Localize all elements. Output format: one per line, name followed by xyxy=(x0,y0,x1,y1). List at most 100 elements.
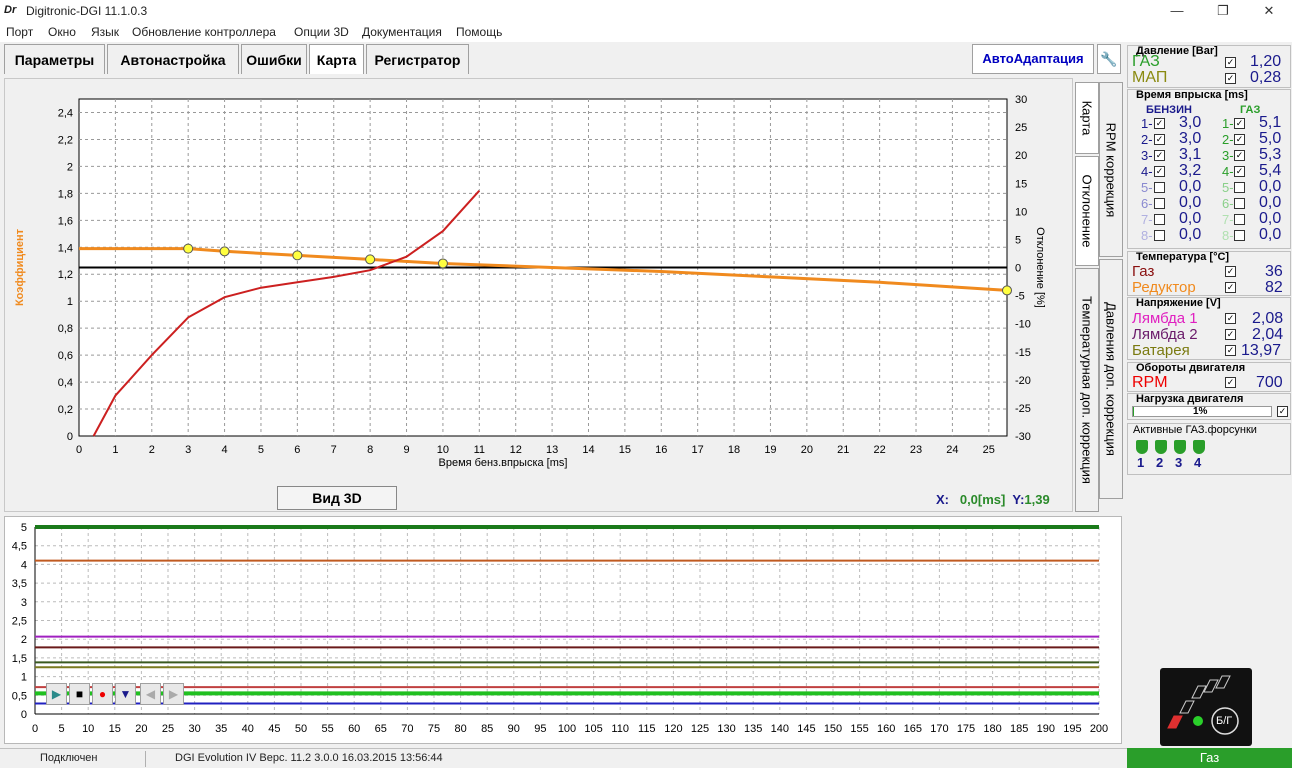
load-checkbox[interactable]: ✓ xyxy=(1277,406,1288,417)
x-tick-label: 125 xyxy=(691,723,709,735)
battery-checkbox[interactable]: ✓ xyxy=(1225,345,1236,356)
x-tick-label: 6 xyxy=(294,444,300,456)
map-point-marker[interactable] xyxy=(219,246,230,257)
stop-button[interactable]: ■ xyxy=(69,683,90,705)
x-tick-label: 10 xyxy=(82,723,94,735)
x-tick-label: 190 xyxy=(1037,723,1055,735)
benzin-injector-checkbox[interactable] xyxy=(1154,198,1165,209)
gas-injector-checkbox[interactable]: ✓ xyxy=(1234,134,1245,145)
y2-tick-label: -20 xyxy=(1015,375,1031,387)
wrench-icon[interactable]: 🔧 xyxy=(1097,44,1121,74)
sidetab-pressure-correction[interactable]: Давления доп. коррекция xyxy=(1099,259,1123,499)
prev-button[interactable]: ◀ xyxy=(140,683,161,705)
minimize-button[interactable]: — xyxy=(1154,0,1200,22)
fuel-switch-indicator[interactable]: Б/Г xyxy=(1160,668,1252,746)
tab-parameters[interactable]: Параметры xyxy=(4,44,105,74)
map-point-marker[interactable] xyxy=(437,258,448,269)
menu-3d-options[interactable]: Опции 3D xyxy=(294,25,349,39)
gas-injector-checkbox[interactable] xyxy=(1234,214,1245,225)
x-tick-label: 11 xyxy=(474,444,485,456)
view-3d-button[interactable]: Вид 3D xyxy=(277,486,397,510)
benzin-injector-checkbox[interactable]: ✓ xyxy=(1154,118,1165,129)
y-axis-label: Коэффициент xyxy=(14,228,26,306)
rpm-checkbox[interactable]: ✓ xyxy=(1225,377,1236,388)
reducer-temp-value: 82 xyxy=(1265,279,1283,296)
tab-autotune[interactable]: Автонастройка xyxy=(107,44,239,74)
menu-port[interactable]: Порт xyxy=(6,25,33,39)
recorder-chart[interactable]: 0 5 10 15 20 25 30 35 40 45 50 55 60 65 70 75 80 85 90 95 10… xyxy=(5,517,1123,745)
gas-temp-checkbox[interactable]: ✓ xyxy=(1225,266,1236,277)
map-point-marker[interactable] xyxy=(292,250,303,261)
gas-pressure-checkbox[interactable]: ✓ xyxy=(1225,57,1236,68)
tab-errors[interactable]: Ошибки xyxy=(241,44,307,74)
lambda2-checkbox[interactable]: ✓ xyxy=(1225,329,1236,340)
tab-map[interactable]: Карта xyxy=(309,44,364,74)
menu-update[interactable]: Обновление контроллера xyxy=(132,25,276,39)
y-tick-label: 2,5 xyxy=(12,616,27,628)
y-tick-label: 2,4 xyxy=(58,107,73,119)
gas-injector-checkbox[interactable] xyxy=(1234,230,1245,241)
x-tick-label: 5 xyxy=(258,444,264,456)
autoadapt-button[interactable]: АвтоАдаптация xyxy=(972,44,1094,74)
x-tick-label: 65 xyxy=(375,723,387,735)
x-tick-label: 50 xyxy=(295,723,307,735)
map-point-marker[interactable] xyxy=(183,243,194,254)
benzin-injector-checkbox[interactable]: ✓ xyxy=(1154,134,1165,145)
pressure-group: Давление [Bar] ГАЗ ✓ 1,20 МАП ✓ 0,28 xyxy=(1127,45,1291,88)
x-tick-label: 70 xyxy=(401,723,413,735)
map-point-marker[interactable] xyxy=(1002,285,1012,296)
y-tick-label: 1,4 xyxy=(58,242,73,254)
battery-value: 13,97 xyxy=(1241,342,1282,359)
gas-injector-checkbox[interactable]: ✓ xyxy=(1234,118,1245,129)
sidetab-rpm-correction[interactable]: RPM коррекция xyxy=(1099,82,1123,257)
y-tick-label: 4,5 xyxy=(12,541,27,553)
injection-group: Время впрыска [ms] БЕНЗИН ГАЗ 1- ✓ 3,0 2-… xyxy=(1127,89,1291,249)
sidetab-map[interactable]: Карта xyxy=(1075,82,1099,154)
load-title: Нагрузка двигателя xyxy=(1136,393,1244,405)
benzin-injector-checkbox[interactable] xyxy=(1154,230,1165,241)
benzin-injector-num: 1- xyxy=(1141,116,1153,131)
gas-injector-checkbox[interactable] xyxy=(1234,182,1245,193)
gas-injector-checkbox[interactable]: ✓ xyxy=(1234,150,1245,161)
x-tick-label: 12 xyxy=(510,444,522,456)
tab-recorder[interactable]: Регистратор xyxy=(366,44,469,74)
benzin-injector-checkbox[interactable] xyxy=(1154,182,1165,193)
lambda1-label: Лямбда 1 xyxy=(1132,310,1198,327)
reducer-temp-checkbox[interactable]: ✓ xyxy=(1225,282,1236,293)
next-button[interactable]: ▶ xyxy=(163,683,184,705)
benzin-injector-checkbox[interactable]: ✓ xyxy=(1154,150,1165,161)
y2-tick-label: -30 xyxy=(1015,431,1031,443)
lambda1-checkbox[interactable]: ✓ xyxy=(1225,313,1236,324)
close-button[interactable]: ✕ xyxy=(1246,0,1292,22)
map-chart[interactable]: 0 1 2 3 4 5 6 7 8 9 10 11 12 13 14 15 16 17 18 19 20 21 22 23 24… xyxy=(5,79,1074,513)
marker-button[interactable]: ▼ xyxy=(115,683,136,705)
x-tick-label: 45 xyxy=(268,723,280,735)
gas-injector-checkbox[interactable]: ✓ xyxy=(1234,166,1245,177)
menu-language[interactable]: Язык xyxy=(91,25,119,39)
map-point-marker[interactable] xyxy=(365,254,376,265)
menu-window[interactable]: Окно xyxy=(48,25,76,39)
menu-documentation[interactable]: Документация xyxy=(362,25,442,39)
y2-tick-label: -5 xyxy=(1015,291,1025,303)
x-tick-label: 35 xyxy=(215,723,227,735)
map-pressure-checkbox[interactable]: ✓ xyxy=(1225,73,1236,84)
status-bar: Подключен DGI Evolution IV Верс. 11.2 3.… xyxy=(0,748,1292,768)
maximize-button[interactable]: ❐ xyxy=(1200,0,1246,22)
x-tick-label: 15 xyxy=(109,723,121,735)
x-tick-label: 175 xyxy=(957,723,975,735)
menu-help[interactable]: Помощь xyxy=(456,25,502,39)
status-connection: Подключен xyxy=(40,752,98,764)
sidetab-temperature-correction[interactable]: Температурная доп. коррекция xyxy=(1075,268,1099,512)
injection-title: Время впрыска [ms] xyxy=(1136,89,1248,101)
x-tick-label: 13 xyxy=(546,444,558,456)
benzin-injector-checkbox[interactable] xyxy=(1154,214,1165,225)
play-button[interactable]: ▶ xyxy=(46,683,67,705)
injectors-group: Активные ГАЗ.форсунки 1 2 3 4 xyxy=(1127,423,1291,475)
gas-injector-checkbox[interactable] xyxy=(1234,198,1245,209)
x-tick-label: 30 xyxy=(188,723,200,735)
benzin-injector-checkbox[interactable]: ✓ xyxy=(1154,166,1165,177)
y-tick-label: 0,5 xyxy=(12,690,27,702)
sidetab-deviation[interactable]: Отклонение xyxy=(1075,156,1099,266)
record-button[interactable]: ● xyxy=(92,683,113,705)
x-tick-label: 185 xyxy=(1010,723,1028,735)
